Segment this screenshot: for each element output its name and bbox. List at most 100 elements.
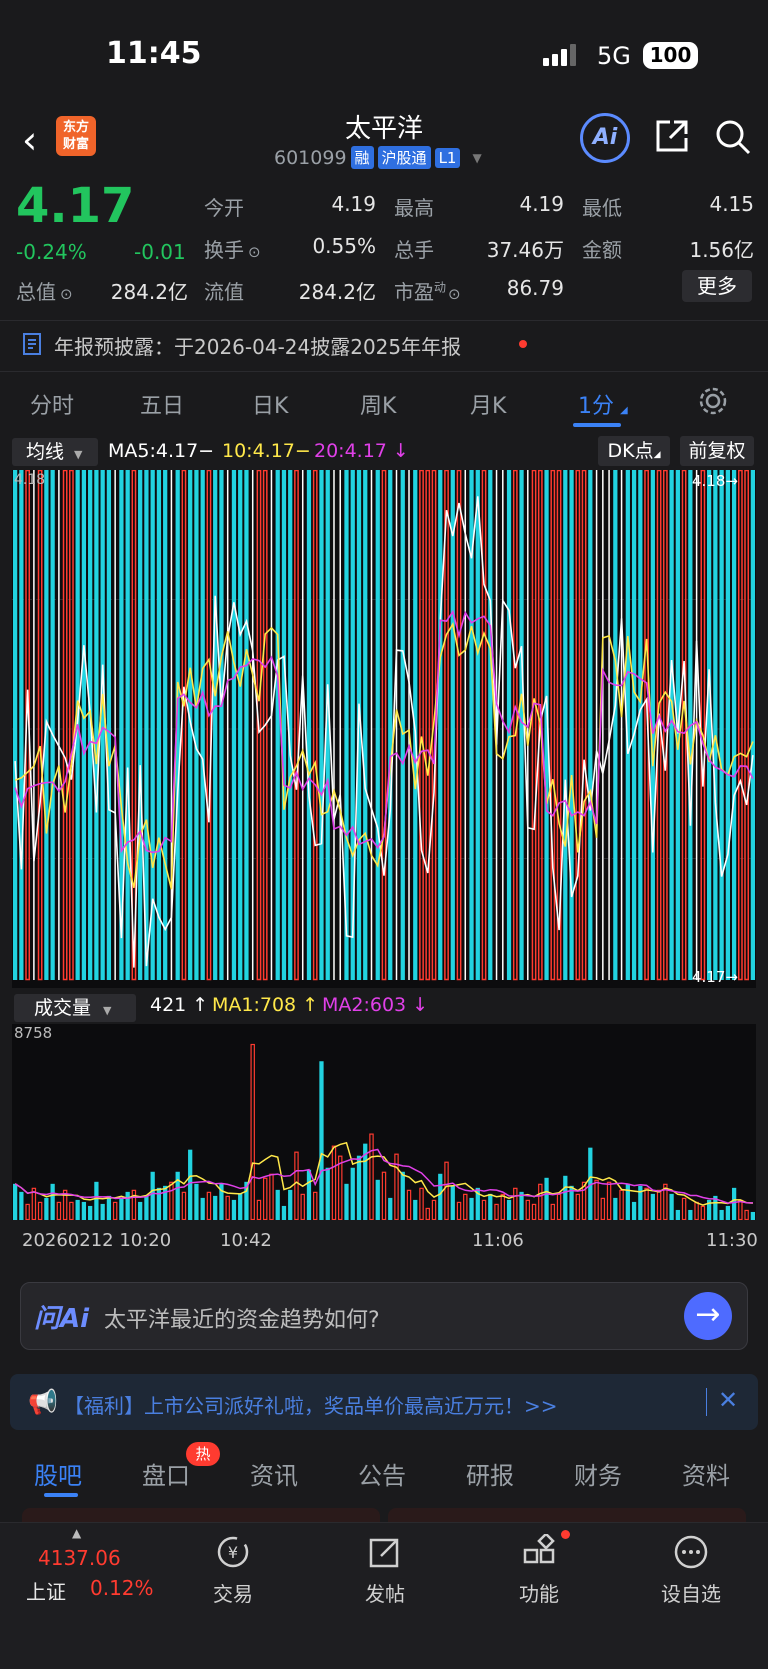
volume-bar xyxy=(181,1191,187,1220)
change-percent: -0.24% xyxy=(16,240,87,264)
time-label-2: 10:42 xyxy=(220,1230,272,1251)
volume-bar xyxy=(488,1193,493,1220)
index-name[interactable]: 上证 xyxy=(26,1576,66,1605)
ma20-value: 20:4.17 ↓ xyxy=(314,440,409,462)
volume-bar xyxy=(200,1197,205,1220)
candle-down xyxy=(450,470,455,980)
candle-up xyxy=(294,470,299,981)
candle-down xyxy=(569,470,574,980)
subtab-profile[interactable]: 资料 xyxy=(682,1456,730,1491)
volume-bar xyxy=(188,1149,193,1220)
candle-up xyxy=(37,470,43,981)
volume-chart[interactable] xyxy=(12,1024,756,1220)
arrow-right-icon[interactable]: → xyxy=(684,1292,732,1340)
volume-bar xyxy=(375,1179,380,1220)
volume-bar xyxy=(506,1199,512,1220)
tab-intraday[interactable]: 分时 xyxy=(30,388,74,420)
caret-up-icon[interactable]: ▲ xyxy=(72,1526,81,1540)
promo-separator xyxy=(706,1388,707,1416)
ma10-value: 10:4.17− xyxy=(222,440,311,462)
volume-selector[interactable]: 成交量 ▼ xyxy=(14,994,136,1022)
volume-bar xyxy=(538,1183,543,1220)
subtab-research[interactable]: 研报 xyxy=(466,1456,514,1491)
low-label: 最低 xyxy=(582,196,622,220)
share-icon[interactable] xyxy=(654,118,690,154)
subtab-forum[interactable]: 股吧 xyxy=(34,1456,82,1491)
stock-code-row[interactable]: 601099 融 沪股通 L1 ▼ xyxy=(274,146,482,169)
battery-icon: 100 xyxy=(643,42,698,69)
volume-bar xyxy=(306,1169,312,1220)
volume-bar xyxy=(406,1189,412,1220)
volume-bar xyxy=(37,1201,43,1220)
nav-functions[interactable]: 功能 xyxy=(494,1532,584,1607)
tab-weekly-k[interactable]: 周K xyxy=(360,388,396,420)
volume-bar xyxy=(350,1167,355,1220)
time-label-start: 20260212 10:20 xyxy=(22,1230,172,1251)
volume-bar xyxy=(331,1145,337,1220)
settings-icon[interactable] xyxy=(698,386,728,420)
tab-daily-k[interactable]: 日K xyxy=(252,388,288,420)
subtab-announcements[interactable]: 公告 xyxy=(358,1456,406,1491)
volume-bar xyxy=(100,1203,105,1220)
subtab-orderbook[interactable]: 盘口 xyxy=(142,1456,190,1491)
candle-up xyxy=(419,470,424,981)
volume-bar xyxy=(56,1201,62,1220)
volume-bar xyxy=(269,1173,274,1220)
nav-post[interactable]: 发帖 xyxy=(340,1532,430,1607)
chevron-down-icon: ▼ xyxy=(472,150,482,165)
ai-button[interactable]: Ai xyxy=(580,113,630,163)
volume-bar xyxy=(112,1201,118,1220)
more-button[interactable]: 更多 xyxy=(682,270,752,302)
document-icon xyxy=(22,332,44,360)
candle-down xyxy=(706,470,712,980)
tab-five-day[interactable]: 五日 xyxy=(140,388,184,420)
volume-bar xyxy=(231,1199,237,1220)
index-value[interactable]: 4137.06 xyxy=(38,1546,121,1570)
candle-down xyxy=(669,470,674,980)
kline-chart[interactable] xyxy=(12,470,756,988)
close-icon[interactable]: ✕ xyxy=(718,1386,738,1414)
open-label: 今开 xyxy=(204,196,244,220)
volume-bar xyxy=(725,1205,730,1220)
y-top-right-label: 4.18→ xyxy=(692,472,738,490)
candle-down xyxy=(50,470,55,980)
candle-up xyxy=(662,470,668,981)
candle-up xyxy=(456,470,462,981)
candle-down xyxy=(213,470,218,980)
volume-bar xyxy=(69,1201,74,1220)
tab-monthly-k[interactable]: 月K xyxy=(470,388,506,420)
adjust-button[interactable]: 前复权 xyxy=(680,436,754,466)
candle-down xyxy=(138,470,143,980)
volume-bar xyxy=(431,1199,437,1220)
volume-value: 37.46万 xyxy=(486,238,564,262)
candle-down xyxy=(244,470,249,980)
subtab-finance[interactable]: 财务 xyxy=(574,1456,622,1491)
nav-trade[interactable]: ¥ 交易 xyxy=(188,1532,278,1607)
volume-bar xyxy=(119,1197,124,1220)
dk-point-button[interactable]: DK点◢ xyxy=(598,436,670,466)
candle-down xyxy=(388,470,393,980)
volume-current: 421 ↑ xyxy=(150,994,209,1016)
volume-label: 总手 xyxy=(394,238,434,262)
indicator-selector[interactable]: 均线 ▼ xyxy=(12,438,98,466)
volume-bar xyxy=(625,1183,630,1220)
subtab-news[interactable]: 资讯 xyxy=(250,1456,298,1491)
candle-down xyxy=(488,470,493,980)
tab-1min[interactable]: 1分 ◢ xyxy=(578,388,628,420)
volume-bar xyxy=(25,1203,30,1220)
high-value: 4.19 xyxy=(519,192,564,216)
volume-bar xyxy=(325,1167,330,1220)
index-percent[interactable]: 0.12% xyxy=(90,1576,154,1600)
ask-ai-prompt: 太平洋最近的资金趋势如何? xyxy=(104,1308,380,1333)
volume-bar xyxy=(719,1209,724,1220)
signal-icon xyxy=(543,44,579,66)
volume-bar xyxy=(281,1205,287,1220)
candle-up xyxy=(444,470,449,981)
volume-bar xyxy=(225,1195,230,1220)
search-icon[interactable] xyxy=(714,118,752,156)
volume-bar xyxy=(688,1209,693,1220)
candle-up xyxy=(700,470,706,981)
nav-watchlist[interactable]: 设自选 xyxy=(646,1532,736,1607)
volume-bar xyxy=(75,1199,80,1220)
volume-bar xyxy=(731,1187,737,1220)
